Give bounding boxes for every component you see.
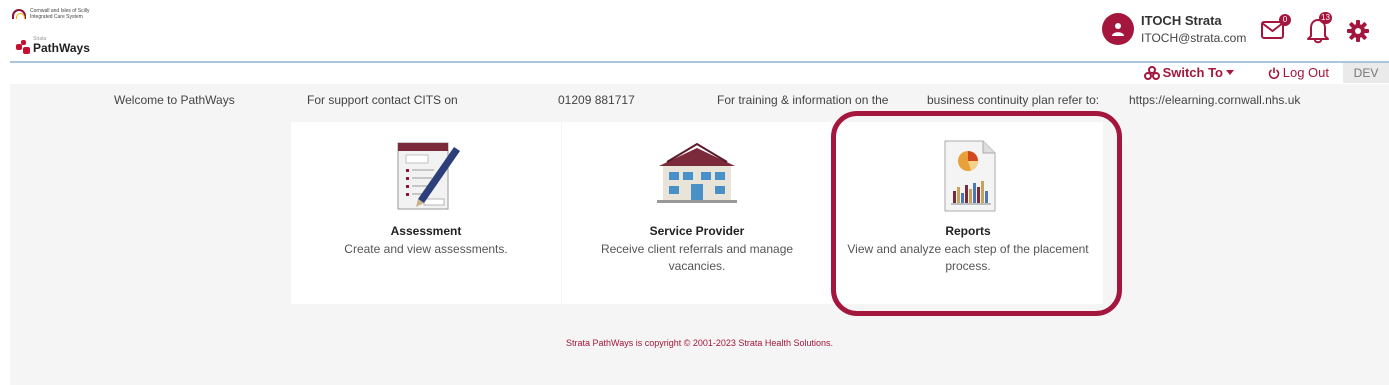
support-phone: 01209 881717 <box>558 93 635 107</box>
service-provider-description: Receive client referrals and manage vaca… <box>600 242 794 273</box>
welcome-text: Welcome to PathWays <box>114 93 235 107</box>
user-email: ITOCH@strata.com <box>1141 31 1247 45</box>
mail-icon[interactable]: 0 <box>1261 14 1291 40</box>
report-icon <box>944 140 996 212</box>
reports-title: Reports <box>945 224 991 238</box>
user-name[interactable]: ITOCH Strata <box>1141 13 1222 28</box>
service-provider-card[interactable]: Service Provider Receive client referral… <box>562 122 832 304</box>
switch-icon <box>1143 65 1160 80</box>
ics-logo-text-2: Integrated Care System <box>30 14 83 20</box>
continuity-text: business continuity plan refer to: <box>927 93 1100 107</box>
notification-count-badge: 13 <box>1319 12 1332 24</box>
power-icon <box>1268 67 1279 79</box>
user-area: ITOCH Strata ITOCH@strata.com 0 13 <box>1099 8 1389 52</box>
building-icon <box>657 142 737 203</box>
assessment-title: Assessment <box>390 224 462 238</box>
training-text: For training & information on the <box>717 93 889 107</box>
main-content: Welcome to PathWays For support contact … <box>10 84 1389 385</box>
pathways-logo-mark <box>16 40 30 54</box>
pathways-logo: Strata PathWays <box>16 36 90 54</box>
avatar[interactable] <box>1102 13 1134 45</box>
sub-toolbar: Switch To Log Out DEV <box>10 63 1389 83</box>
reports-card[interactable]: Reports View and analyze each step of th… <box>833 122 1103 304</box>
bell-icon[interactable]: 13 <box>1307 12 1332 44</box>
environment-badge: DEV <box>1343 63 1389 83</box>
assessment-icon <box>397 142 460 210</box>
support-text: For support contact CITS on <box>307 93 458 107</box>
ics-logo-mark <box>12 9 26 19</box>
pathways-logo-name: PathWays <box>33 41 90 55</box>
user-icon <box>1112 23 1124 36</box>
mail-count-badge: 0 <box>1279 14 1291 26</box>
logout-label: Log Out <box>1282 65 1329 80</box>
assessment-card[interactable]: Assessment Create and view assessments. <box>291 122 561 304</box>
assessment-description: Create and view assessments. <box>344 242 508 256</box>
switch-to-menu[interactable]: Switch To <box>1143 65 1234 80</box>
training-url[interactable]: https://elearning.cornwall.nhs.uk <box>1129 93 1300 107</box>
service-provider-title: Service Provider <box>649 224 745 238</box>
logo-area[interactable]: Cornwall and Isles of Scilly Integrated … <box>12 8 132 58</box>
switch-to-label: Switch To <box>1162 65 1223 80</box>
app-header: Cornwall and Isles of Scilly Integrated … <box>0 0 1389 62</box>
ics-logo: Cornwall and Isles of Scilly Integrated … <box>12 8 89 20</box>
caret-down-icon <box>1226 69 1234 75</box>
gear-icon[interactable] <box>1347 20 1369 42</box>
logout-button[interactable]: Log Out <box>1268 65 1329 80</box>
welcome-row: Welcome to PathWays For support contact … <box>10 93 1389 109</box>
reports-description: View and analyze each step of the placem… <box>847 242 1089 273</box>
copyright-text: Strata PathWays is copyright © 2001-2023… <box>566 338 833 348</box>
